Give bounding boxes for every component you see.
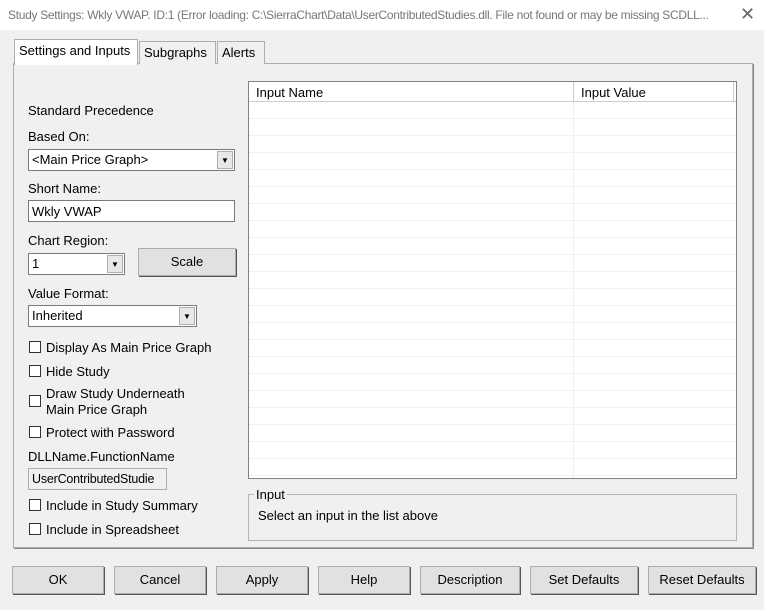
chart-region-value: 1 — [32, 256, 40, 271]
input-group-title: Input — [254, 487, 287, 502]
grid-row[interactable] — [249, 221, 736, 238]
grid-header: Input Name Input Value — [249, 82, 736, 102]
draw-underneath-label: Draw Study Underneath — [46, 386, 185, 401]
grid-row[interactable] — [249, 102, 736, 119]
hide-study-checkbox[interactable] — [29, 365, 41, 377]
protect-password-label: Protect with Password — [46, 425, 175, 440]
cancel-button[interactable]: Cancel — [114, 566, 206, 594]
include-spreadsheet-label: Include in Spreadsheet — [46, 522, 179, 537]
include-summary-label: Include in Study Summary — [46, 498, 198, 513]
grid-row[interactable] — [249, 306, 736, 323]
grid-row[interactable] — [249, 272, 736, 289]
value-format-select[interactable]: Inherited ▼ — [28, 305, 197, 327]
tab-alerts[interactable]: Alerts — [217, 41, 265, 64]
apply-button[interactable]: Apply — [216, 566, 308, 594]
inputs-grid[interactable]: Input Name Input Value — [248, 81, 737, 479]
dll-label: DLLName.FunctionName — [28, 449, 175, 464]
close-icon[interactable]: ✕ — [740, 4, 755, 25]
draw-underneath-checkbox[interactable] — [29, 395, 41, 407]
grid-row[interactable] — [249, 459, 736, 476]
grid-row[interactable] — [249, 323, 736, 340]
precedence-label: Standard Precedence — [28, 103, 154, 118]
draw-underneath-label-line2: Main Price Graph — [46, 402, 148, 417]
help-button[interactable]: Help — [318, 566, 410, 594]
grid-row[interactable] — [249, 136, 736, 153]
value-format-label: Value Format: — [28, 286, 109, 301]
based-on-select[interactable]: <Main Price Graph> ▼ — [28, 149, 235, 171]
ok-button[interactable]: OK — [12, 566, 104, 594]
grid-row[interactable] — [249, 119, 736, 136]
tab-settings-and-inputs[interactable]: Settings and Inputs — [14, 39, 138, 65]
window-title: Study Settings: Wkly VWAP. ID:1 (Error l… — [8, 8, 709, 22]
reset-defaults-button[interactable]: Reset Defaults — [648, 566, 756, 594]
grid-row[interactable] — [249, 289, 736, 306]
based-on-label: Based On: — [28, 129, 90, 144]
column-header-input-value[interactable]: Input Value — [574, 82, 734, 102]
include-spreadsheet-checkbox[interactable] — [29, 523, 41, 535]
hide-study-label: Hide Study — [46, 364, 110, 379]
include-summary-checkbox[interactable] — [29, 499, 41, 511]
grid-row[interactable] — [249, 187, 736, 204]
grid-row[interactable] — [249, 170, 736, 187]
grid-row[interactable] — [249, 425, 736, 442]
set-defaults-button[interactable]: Set Defaults — [530, 566, 638, 594]
scale-button[interactable]: Scale — [138, 248, 236, 276]
grid-row[interactable] — [249, 153, 736, 170]
chart-region-select[interactable]: 1 ▼ — [28, 253, 125, 275]
chevron-down-icon: ▼ — [179, 307, 195, 325]
grid-row[interactable] — [249, 374, 736, 391]
grid-row[interactable] — [249, 408, 736, 425]
tab-subgraphs[interactable]: Subgraphs — [139, 41, 216, 64]
protect-password-checkbox[interactable] — [29, 426, 41, 438]
chevron-down-icon: ▼ — [107, 255, 123, 273]
title-bar: Study Settings: Wkly VWAP. ID:1 (Error l… — [0, 0, 764, 30]
grid-row[interactable] — [249, 255, 736, 272]
grid-row[interactable] — [249, 391, 736, 408]
based-on-value: <Main Price Graph> — [32, 152, 149, 167]
display-as-main-price-graph-checkbox[interactable] — [29, 341, 41, 353]
short-name-input[interactable]: Wkly VWAP — [28, 200, 235, 222]
grid-row[interactable] — [249, 238, 736, 255]
value-format-value: Inherited — [32, 308, 83, 323]
column-header-input-name[interactable]: Input Name — [249, 82, 574, 102]
chevron-down-icon: ▼ — [217, 151, 233, 169]
grid-row[interactable] — [249, 340, 736, 357]
dll-input[interactable]: UserContributedStudie — [28, 468, 167, 490]
chart-region-label: Chart Region: — [28, 233, 109, 248]
grid-row[interactable] — [249, 357, 736, 374]
description-button[interactable]: Description — [420, 566, 520, 594]
short-name-label: Short Name: — [28, 181, 101, 196]
input-group-text: Select an input in the list above — [258, 508, 438, 523]
display-as-main-price-graph-label: Display As Main Price Graph — [46, 340, 212, 355]
grid-row[interactable] — [249, 204, 736, 221]
grid-row[interactable] — [249, 442, 736, 459]
